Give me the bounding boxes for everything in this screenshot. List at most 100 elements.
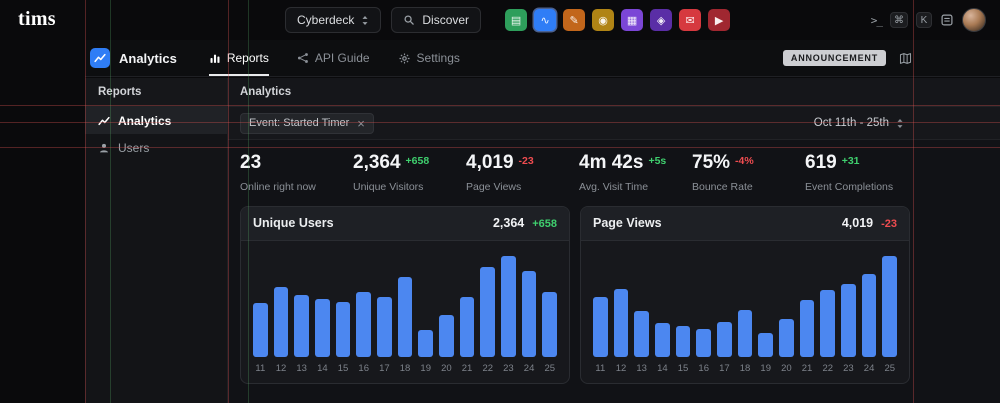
x-tick-label: 25 (544, 362, 556, 374)
stat-online-right-now: 23 Online right now (240, 152, 353, 193)
bar-column: 15 (675, 253, 691, 376)
topbar-center: Cyberdeck Discover ▤ ∿ ✎ ◉ ▦ ◈ ✉ ▶ (285, 0, 731, 40)
analytics-app-icon[interactable]: ∿ (534, 9, 557, 31)
bar-column: 20 (439, 253, 454, 376)
tab-reports[interactable]: Reports (208, 40, 269, 76)
app-header: Analytics Reports API Guide Settings ANNOU… (85, 40, 1000, 77)
app-launcher: ▤ ∿ ✎ ◉ ▦ ◈ ✉ ▶ (505, 9, 731, 31)
search-icon (403, 14, 415, 26)
stat-value: 619 (805, 152, 837, 173)
x-tick-label: 21 (801, 362, 813, 374)
bar (397, 276, 413, 357)
stat-value: 4m 42s (579, 152, 644, 173)
x-tick-label: 16 (698, 362, 709, 374)
person-icon (98, 142, 110, 154)
bar-column: 22 (480, 253, 496, 376)
bar (696, 328, 712, 357)
chart-card-header: Unique Users 2,364 +658 (241, 206, 569, 241)
x-tick-label: 11 (255, 362, 266, 374)
stat-label: Event Completions (805, 180, 894, 193)
bar (799, 299, 815, 357)
tab-settings[interactable]: Settings (398, 40, 460, 76)
bar (717, 321, 732, 357)
map-icon[interactable] (899, 52, 912, 65)
changelog-icon[interactable] (940, 13, 954, 27)
bar (841, 284, 856, 357)
sidebar-title: Reports (85, 78, 227, 107)
user-avatar[interactable] (962, 8, 986, 32)
coins-app-icon[interactable]: ◉ (592, 9, 615, 31)
bar (861, 273, 877, 357)
bar-column: 23 (501, 253, 516, 376)
bar (294, 294, 310, 357)
x-tick-label: 15 (677, 362, 689, 374)
x-tick-label: 24 (863, 362, 875, 374)
bar-column: 18 (737, 253, 753, 376)
bar (542, 292, 558, 357)
media-app-icon[interactable]: ▶ (708, 9, 731, 31)
event-filter-chip[interactable]: Event: Started Timer × (240, 112, 374, 134)
chart-total-value: 4,019 (841, 216, 874, 231)
date-range-label: Oct 11th - 25th (813, 117, 889, 129)
stat-event-completions: 619 +31 Event Completions (805, 152, 894, 193)
stat-value: 23 (240, 152, 262, 173)
terminal-prompt-icon: >_ (870, 13, 883, 27)
stat-label: Unique Visitors (353, 180, 424, 193)
page-views-chart-card: Page Views 4,019 -23 11 12 13 14 15 16 17 18 19 2… (580, 205, 910, 384)
bar (459, 296, 475, 357)
bar (593, 296, 608, 357)
bar-column: 25 (882, 253, 898, 376)
chart-total-value: 2,364 (492, 216, 525, 231)
stat-delta: +5s (648, 155, 667, 167)
docs-app-icon[interactable]: ▤ (505, 9, 528, 31)
tab-label: Settings (416, 51, 460, 65)
sidebar-item-users[interactable]: Users (85, 134, 227, 161)
close-icon[interactable]: × (357, 117, 365, 130)
bar (820, 290, 836, 357)
calendar-app-icon[interactable]: ▦ (621, 9, 644, 31)
bar (758, 332, 774, 357)
stat-value: 75% (692, 152, 731, 173)
x-tick-label: 14 (657, 362, 668, 374)
x-tick-label: 24 (523, 362, 535, 374)
sidebar-item-analytics[interactable]: Analytics (85, 107, 227, 134)
tab-label: API Guide (314, 51, 370, 65)
notes-app-icon[interactable]: ✎ (563, 9, 586, 31)
x-tick-label: 21 (461, 362, 473, 374)
x-tick-label: 13 (296, 362, 307, 374)
stat-unique-visitors: 2,364 +658 Unique Visitors (353, 152, 466, 193)
x-tick-label: 12 (615, 362, 627, 374)
x-tick-label: 20 (441, 362, 452, 374)
chart-line-icon (98, 115, 110, 127)
bar-column: 14 (315, 253, 330, 376)
charts-row: Unique Users 2,364 +658 11 12 13 14 15 16 17 18… (228, 193, 1000, 384)
bar-column: 23 (841, 253, 856, 376)
vault-app-icon[interactable]: ◈ (650, 9, 673, 31)
announcement-badge[interactable]: ANNOUNCEMENT (782, 50, 886, 66)
filter-bar: Event: Started Timer × Oct 11th - 25th (228, 107, 1000, 140)
analytics-app-icon (90, 48, 110, 68)
date-range-selector[interactable]: Oct 11th - 25th (814, 117, 904, 129)
bar-column: 12 (613, 253, 629, 376)
bar (521, 270, 537, 357)
discover-button[interactable]: Discover (391, 7, 482, 33)
bar (882, 256, 898, 357)
main-panel: Analytics Event: Started Timer × Oct 11t… (228, 78, 1000, 403)
stats-row: 23 Online right now 2,364 +658 Unique Visito… (228, 140, 1000, 193)
bar-plot: 11 12 13 14 15 16 17 18 19 20 21 22 23 24 25 (241, 241, 569, 383)
tab-api-guide[interactable]: API Guide (297, 40, 370, 76)
bar (634, 311, 650, 357)
stat-label: Online right now (240, 180, 316, 193)
bar-column: 24 (521, 253, 537, 376)
bar (377, 296, 392, 357)
bar (779, 319, 794, 357)
workspace-switcher-button[interactable]: Cyberdeck (285, 7, 382, 33)
stat-delta: +31 (841, 155, 860, 167)
mail-app-icon[interactable]: ✉ (679, 9, 702, 31)
stat-delta: -23 (518, 155, 534, 167)
bar-column: 12 (273, 253, 289, 376)
bar-column: 24 (861, 253, 877, 376)
bar (480, 267, 496, 357)
x-tick-label: 13 (636, 362, 647, 374)
bar-column: 22 (820, 253, 836, 376)
